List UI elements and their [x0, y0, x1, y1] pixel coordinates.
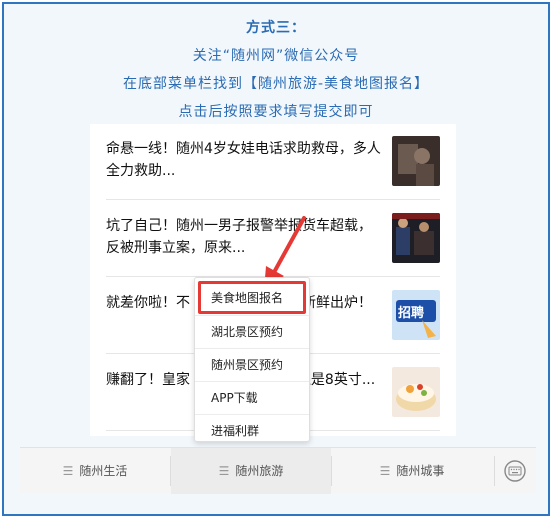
menu-lines-icon: ☰: [62, 464, 74, 478]
cake-photo-icon[interactable]: [392, 367, 440, 417]
popup-menu: 美食地图报名 湖北景区预约 随州景区预约 APP下载 进福利群: [194, 277, 310, 442]
tab-label: 随州生活: [79, 464, 128, 478]
screenshot-frame: 方式三： 关注“随州网”微信公众号 在底部菜单栏找到【随州旅游-美食地图报名】 …: [2, 2, 550, 516]
article-headline-start: 就差你啦！不: [106, 295, 190, 311]
bottom-menu-bar: ☰ 随州生活 ☰ 随州旅游 ☰ 随州城事: [20, 447, 536, 494]
instructions: 方式三： 关注“随州网”微信公众号 在底部菜单栏找到【随州旅游-美食地图报名】 …: [4, 14, 548, 126]
menu-item-suizhou-scenic-booking[interactable]: 随州景区预约: [195, 348, 309, 381]
recruitment-banner-text: 招聘: [398, 306, 425, 321]
photo-thumbnail-icon[interactable]: [392, 136, 440, 186]
menu-lines-icon: ☰: [218, 464, 230, 478]
keyboard-icon[interactable]: [504, 460, 526, 482]
article-headline[interactable]: 坑了自己！随州一男子报警举报货车超载，反被刑事立案，原来...: [106, 215, 382, 259]
article-item[interactable]: 命悬一线！随州4岁女娃电话求助救母，多人全力救助...: [106, 124, 440, 200]
police-photo-icon[interactable]: [392, 213, 440, 263]
instructions-line-1: 关注“随州网”微信公众号: [192, 48, 360, 64]
article-headline-start: 赚翻了！皇家: [106, 372, 190, 388]
instructions-title: 方式三：: [246, 20, 306, 36]
menu-item-app-download[interactable]: APP下载: [195, 381, 309, 414]
instructions-line-2: 在底部菜单栏找到【随州旅游-美食地图报名】: [122, 76, 430, 92]
tab-suizhou-city[interactable]: ☰ 随州城事: [332, 448, 492, 494]
menu-lines-icon: ☰: [379, 464, 391, 478]
tab-suizhou-travel[interactable]: ☰ 随州旅游: [171, 448, 331, 494]
tab-label: 随州城事: [396, 464, 445, 478]
menu-item-hubei-scenic-booking[interactable]: 湖北景区预约: [195, 315, 309, 348]
recruitment-banner-icon[interactable]: 招聘: [392, 290, 440, 340]
highlight-box: [198, 281, 306, 314]
tab-suizhou-life[interactable]: ☰ 随州生活: [20, 448, 170, 494]
article-headline[interactable]: 命悬一线！随州4岁女娃电话求助救母，多人全力救助...: [106, 138, 382, 182]
tab-label: 随州旅游: [235, 464, 284, 478]
divider: [494, 456, 495, 486]
instructions-line-3: 点击后按照要求填写提交即可: [178, 104, 374, 120]
menu-item-join-benefits-group[interactable]: 进福利群: [195, 414, 309, 447]
